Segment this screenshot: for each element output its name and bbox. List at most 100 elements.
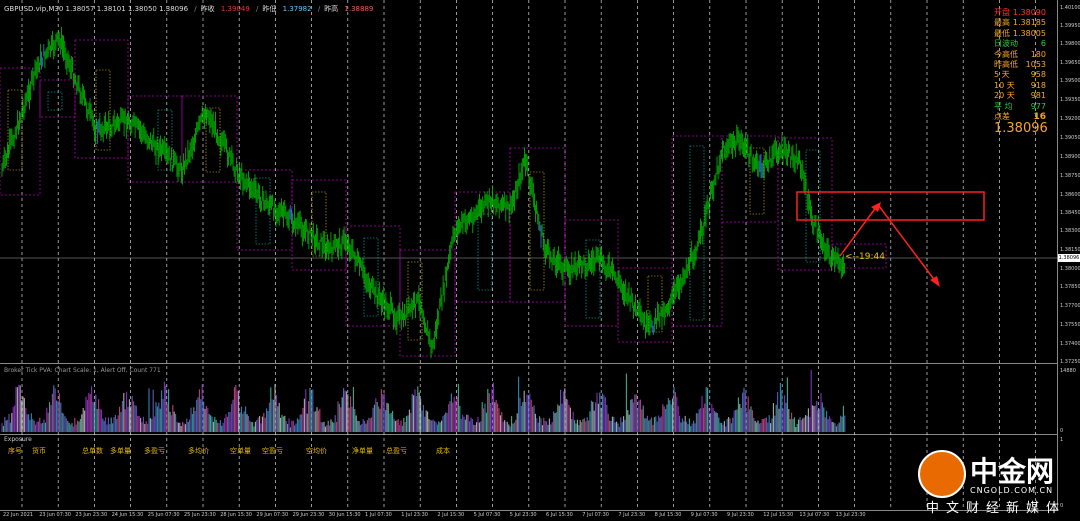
exposure-column-header: 总单数: [82, 447, 103, 455]
session-range-box: [509, 147, 566, 303]
stat-value: 1.38090: [1012, 8, 1046, 17]
time-tick-label: 8 Jul 15:30: [654, 512, 682, 518]
stat-value: 6: [1040, 39, 1046, 49]
stat-label: 昨高低: [994, 60, 1018, 70]
stat-row: 最低 1.38005: [994, 29, 1046, 39]
exposure-column-header: 货币: [32, 447, 46, 455]
time-tick-label: 24 Jun 15:30: [111, 512, 144, 518]
logo-brand-text: 中金网: [970, 455, 1055, 488]
exposure-column-header: 总盈亏: [386, 447, 407, 455]
stat-label: 20 天: [994, 91, 1015, 101]
symbol-info: GBPUSD.vip,M30 1.38057 1.38101 1.38050 1…: [4, 5, 189, 13]
time-tick-label: 25 Jun 07:30: [147, 512, 180, 518]
indicator-axis: 14880 0 1 0: [1058, 0, 1080, 521]
logo-domain-text: CNGOLD.COM.CN: [970, 486, 1054, 495]
stat-label: 日波动: [994, 39, 1018, 49]
stat-label: 5 天: [994, 70, 1010, 80]
session-range-box: [127, 95, 183, 183]
indicator-label: Broker Tick PVA: Chart Scale: 1, Alert O…: [4, 367, 161, 374]
exposure-column-header: 多单量: [110, 447, 131, 455]
stat-label: 10 天: [994, 80, 1015, 90]
brand-logo: 中金网 CNGOLD.COM.CN 中文财经新媒体: [918, 446, 1078, 516]
time-tick-label: 25 Jun 23:30: [184, 512, 216, 518]
arrow-down-head-icon: [930, 276, 940, 287]
arrow-down-line: [878, 205, 937, 283]
indicator-tick-label: 0: [1060, 428, 1064, 434]
chart-canvas[interactable]: [0, 0, 1080, 521]
time-tick-label: 30 Jun 15:30: [328, 512, 361, 518]
session-inner-box: [47, 91, 63, 111]
exposure-column-header: 多盈亏: [144, 447, 165, 455]
time-tick-label: 23 Jun 07:30: [39, 512, 71, 518]
stat-label: 开盘: [994, 8, 1010, 17]
stat-row: 日波动 6: [994, 39, 1046, 49]
prev-high-value: 1.38889: [344, 5, 374, 13]
time-tick-label: 13 Jul 23:30: [835, 512, 866, 518]
time-tick-label: 12 Jul 15:30: [763, 512, 794, 518]
prev-low-label: 昨低: [262, 5, 277, 13]
session-inner-box: [477, 213, 493, 291]
stat-row: 开盘 1.38090: [994, 8, 1046, 18]
session-range-box: [74, 39, 129, 159]
stat-value: 918: [1030, 80, 1046, 90]
time-tick-label: 9 Jul 23:30: [727, 512, 754, 518]
exposure-title: Exposure: [4, 436, 32, 443]
prev-close-label: 昨收: [200, 5, 215, 13]
exposure-column-header: 多均价: [188, 447, 209, 455]
stat-label: 最低: [994, 28, 1010, 38]
market-stats-panel: 开盘 1.38090 最高 1.38185 最低 1.38005 日波动 6 今高低 180 昨高低…: [994, 8, 1048, 137]
time-tick-label: 22 Jun 2021: [3, 512, 34, 518]
time-tick-label: 6 Jul 15:30: [546, 512, 573, 518]
time-tick-label: 28 Jun 15:30: [220, 512, 252, 518]
stat-value: 1.38185: [1012, 18, 1046, 28]
exposure-column-header: 空单量: [230, 447, 251, 455]
stat-label: 今高低: [994, 49, 1018, 59]
stat-value: 1053: [1025, 60, 1046, 70]
time-tick-label: 9 Jul 07:30: [690, 512, 718, 518]
stat-row: 最高 1.38185: [994, 18, 1046, 28]
stat-row: 20 天 981: [994, 91, 1046, 101]
stat-value: 981: [1030, 91, 1046, 101]
time-axis: 22 Jun 2021 23 Jun 07:30 23 Jun 23:30 24 Ju…: [0, 511, 1060, 521]
time-tick-label: 5 Jul 23:30: [509, 512, 537, 518]
stat-row: 10 天 918: [994, 81, 1046, 91]
stat-label: 最高: [994, 18, 1010, 28]
exposure-column-header: 净单量: [352, 447, 373, 455]
exposure-column-header: 空盈亏: [262, 447, 283, 455]
time-tick-label: 13 Jul 07:30: [799, 512, 830, 518]
last-price: 1.38096: [994, 121, 1048, 137]
stat-value: 1.38005: [1012, 28, 1046, 38]
exposure-tick-label: 1: [1060, 437, 1064, 443]
logo-mark-icon: [918, 450, 966, 498]
stat-value: 958: [1030, 70, 1046, 80]
stat-value: 180: [1030, 49, 1046, 59]
stat-row: 5 天 958: [994, 70, 1046, 80]
time-tick-label: 5 Jul 07:30: [473, 512, 501, 518]
time-tick-label: 23 Jun 23:30: [75, 512, 108, 518]
arrow-up-line: [839, 205, 878, 257]
logo-slogan-text: 中文财经新媒体: [926, 501, 1067, 516]
prev-low-value: 1.37982: [282, 5, 312, 13]
symbol-info-bar: GBPUSD.vip,M30 1.38057 1.38101 1.38050 1…: [4, 5, 374, 13]
time-tick-label: 1 Jul 07:30: [365, 512, 392, 518]
stat-row: 今高低 180: [994, 50, 1046, 60]
time-tick-label: 7 Jul 23:30: [618, 512, 646, 518]
exposure-column-header: 序号: [8, 447, 22, 455]
prev-close-value: 1.39049: [220, 5, 250, 13]
session-range-box: [181, 95, 238, 183]
stat-value: 977: [1030, 101, 1046, 111]
time-tick-label: 29 Jun 23:30: [292, 512, 325, 518]
prev-high-label: 昨高: [324, 5, 339, 13]
stat-row: 平 均 977: [994, 102, 1046, 112]
stat-row: 昨高低 1053: [994, 60, 1046, 70]
time-tick-label: 29 Jun 07:30: [256, 512, 289, 518]
indicator-tick-label: 14880: [1060, 368, 1076, 374]
session-range-box: [39, 79, 76, 118]
exposure-column-header: 成本: [436, 447, 450, 455]
exposure-column-header: 空均价: [306, 447, 327, 455]
time-tick-label: 1 Jul 23:30: [401, 512, 428, 518]
stat-label: 平 均: [994, 101, 1013, 111]
bar-countdown: <--19:44: [845, 252, 885, 262]
time-tick-label: 2 Jul 15:30: [437, 512, 465, 518]
time-tick-label: 7 Jul 07:30: [582, 512, 609, 518]
